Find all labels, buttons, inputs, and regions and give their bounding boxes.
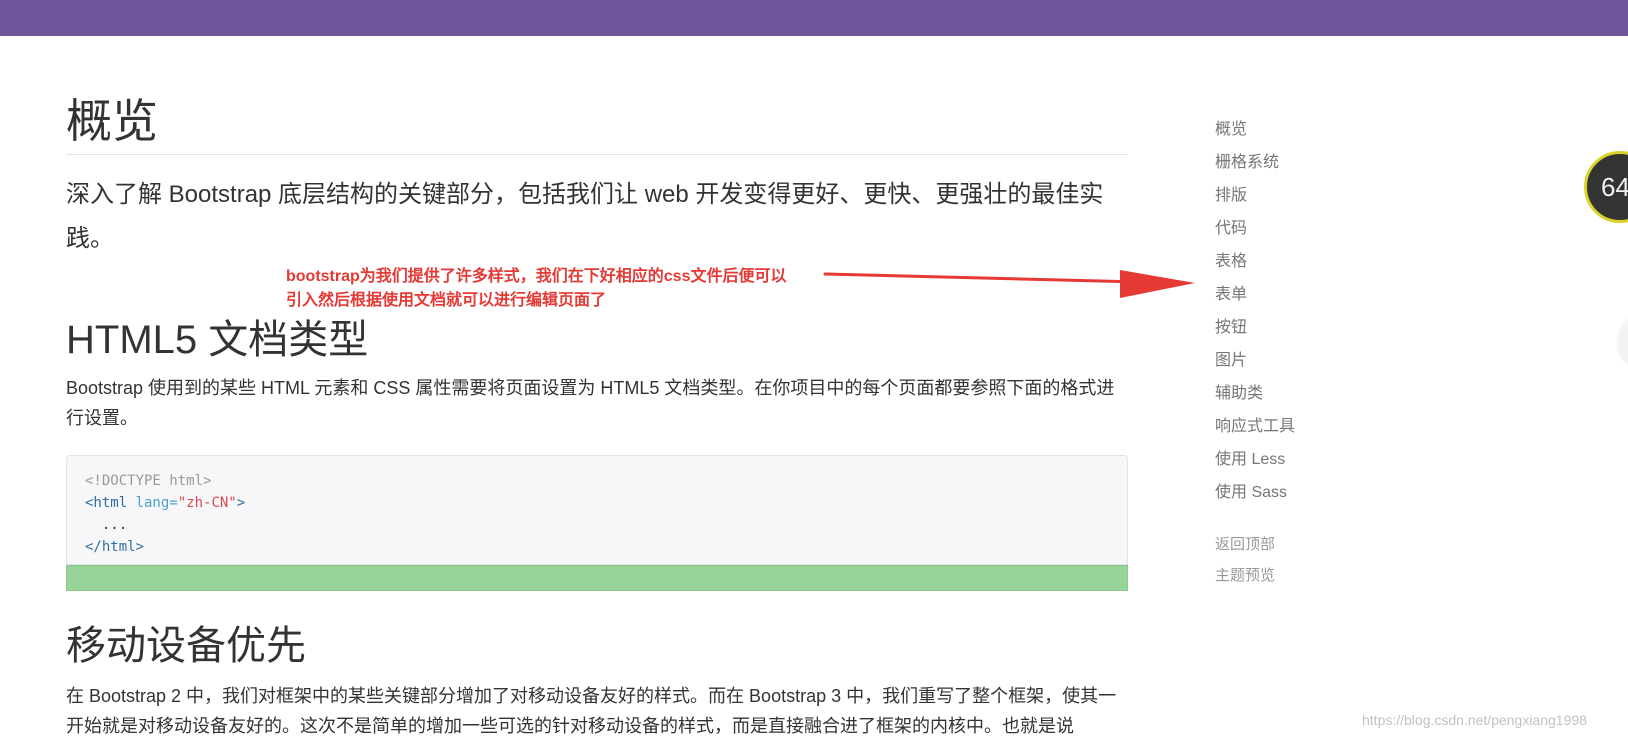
sidebar-item-tables[interactable]: 表格 xyxy=(1215,245,1435,278)
red-annotation: bootstrap为我们提供了许多样式，我们在下好相应的css文件后便可以 引入… xyxy=(286,265,846,313)
sidebar-item-responsive-utilities[interactable]: 响应式工具 xyxy=(1215,410,1435,443)
sidebar-item-using-sass[interactable]: 使用 Sass xyxy=(1215,476,1435,509)
back-to-top-link[interactable]: 返回顶部 xyxy=(1215,529,1435,560)
watermark: https://blog.csdn.net/pengxiang1998 xyxy=(1362,712,1587,728)
sidebar-nav: 概览 栅格系统 排版 代码 表格 表单 按钮 图片 辅助类 响应式工具 使用 L… xyxy=(1215,113,1435,591)
sidebar-primary-list: 概览 栅格系统 排版 代码 表格 表单 按钮 图片 辅助类 响应式工具 使用 L… xyxy=(1215,113,1435,509)
annotation-line-2: 引入然后根据使用文档就可以进行编辑页面了 xyxy=(286,292,607,309)
lang-attr-token: lang= xyxy=(135,495,178,511)
annotation-arrow xyxy=(823,270,1195,298)
sidebar-item-grid-system[interactable]: 栅格系统 xyxy=(1215,146,1435,179)
html5-doctype-heading: HTML5 文档类型 xyxy=(66,318,369,362)
sidebar-item-images[interactable]: 图片 xyxy=(1215,344,1435,377)
doctype-token: <!DOCTYPE html> xyxy=(85,473,212,489)
page-title: 概览 xyxy=(66,98,1128,155)
code-highlight-bar xyxy=(66,565,1128,591)
theme-preview-link[interactable]: 主题预览 xyxy=(1215,560,1435,591)
html-open-tag-token: <html xyxy=(85,495,136,511)
sidebar-item-using-less[interactable]: 使用 Less xyxy=(1215,443,1435,476)
mobile-first-heading: 移动设备优先 xyxy=(66,624,306,668)
edge-floating-widget[interactable] xyxy=(1618,312,1628,372)
code-example: <!DOCTYPE html> <html lang="zh-CN"> ... … xyxy=(66,455,1128,565)
lang-value-token: "zh-CN" xyxy=(177,495,237,511)
code-line-ellipsis: ... xyxy=(85,514,1109,536)
floating-speed-badge[interactable]: 64 xyxy=(1584,151,1628,223)
annotation-line-1: bootstrap为我们提供了许多样式，我们在下好相应的css文件后便可以 xyxy=(286,268,787,285)
html-open-tag-close-token: > xyxy=(236,495,246,511)
html5-doctype-description: Bootstrap 使用到的某些 HTML 元素和 CSS 属性需要将页面设置为… xyxy=(66,378,1115,428)
sidebar-item-forms[interactable]: 表单 xyxy=(1215,278,1435,311)
code-line-doctype: <!DOCTYPE html> xyxy=(85,470,1109,492)
top-navbar xyxy=(0,0,1628,36)
sidebar-item-code[interactable]: 代码 xyxy=(1215,212,1435,245)
code-line-html-open: <html lang="zh-CN"> xyxy=(85,492,1109,514)
main-content: 概览 深入了解 Bootstrap 底层结构的关键部分，包括我们让 web 开发… xyxy=(66,98,1128,736)
sidebar-item-overview[interactable]: 概览 xyxy=(1215,113,1435,146)
sidebar-item-buttons[interactable]: 按钮 xyxy=(1215,311,1435,344)
sidebar-item-typography[interactable]: 排版 xyxy=(1215,179,1435,212)
sidebar-item-helper-classes[interactable]: 辅助类 xyxy=(1215,377,1435,410)
mobile-first-description: 在 Bootstrap 2 中，我们对框架中的某些关键部分增加了对移动设备友好的… xyxy=(66,686,1117,736)
lead-paragraph: 深入了解 Bootstrap 底层结构的关键部分，包括我们让 web 开发变得更… xyxy=(66,181,1104,253)
code-line-html-close: </html> xyxy=(85,536,1109,558)
sidebar-secondary-list: 返回顶部 主题预览 xyxy=(1215,529,1435,591)
ellipsis-token: ... xyxy=(85,517,128,533)
html-close-tag-token: </html> xyxy=(85,539,145,555)
